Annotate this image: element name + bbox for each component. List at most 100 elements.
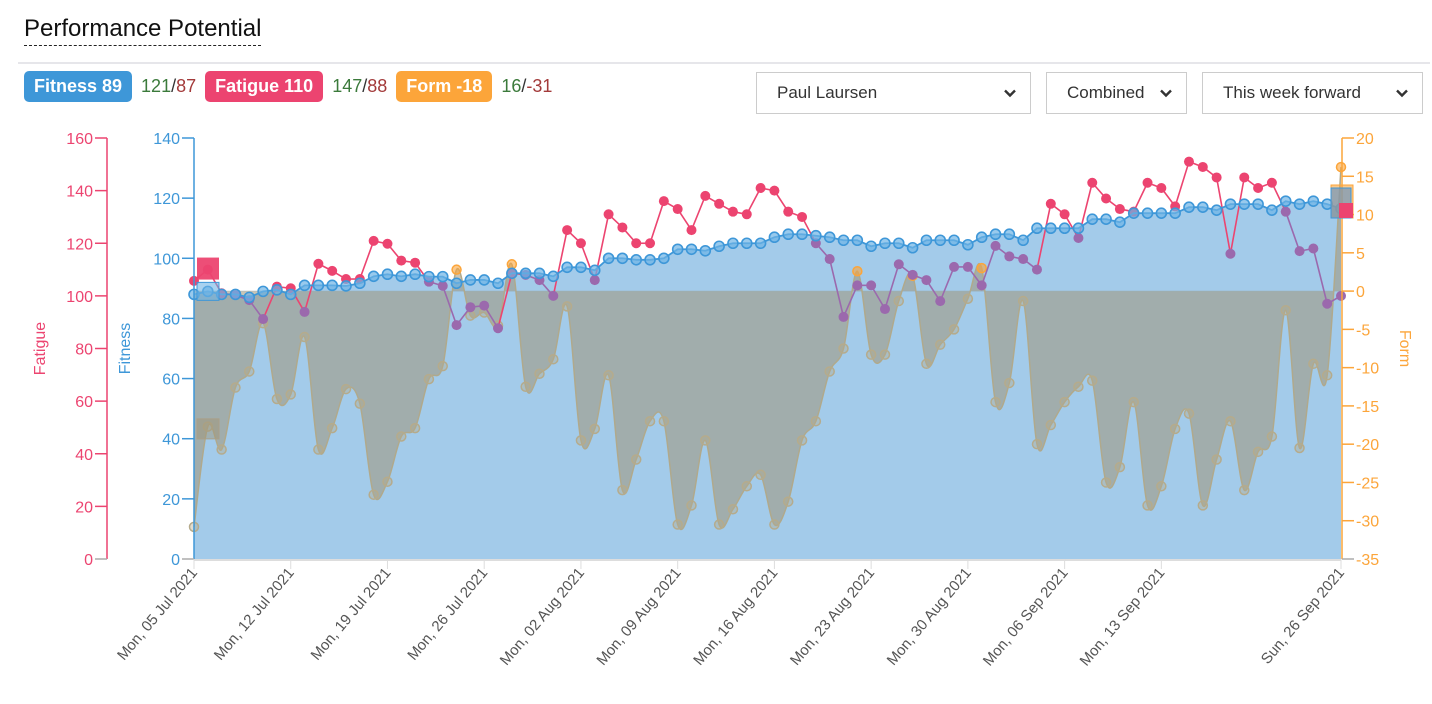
fitness-point [298,279,311,292]
form-point [1197,500,1209,511]
fitness-point [271,284,283,296]
fitness-tick-label: 120 [153,191,180,208]
fitness-point [1127,207,1140,219]
form-point [1225,415,1236,427]
fitness-tick-label: 140 [153,131,180,148]
fatigue-point [548,290,559,301]
form-point [340,383,352,395]
fatigue-point [1183,156,1194,167]
form-tick-label: -15 [1356,399,1379,416]
fitness-point [630,253,643,266]
fatigue-point [1294,246,1305,257]
fitness-point [423,270,435,283]
fitness-point [284,288,297,301]
fitness-point [588,264,601,277]
form-point [1321,370,1333,381]
fatigue-point [866,280,877,291]
form-point [976,262,987,274]
x-tick-label: Mon, 16 Aug 2021 [690,565,781,669]
fitness-point [699,244,712,257]
fitness-tick-label: 20 [162,492,180,509]
fatigue-point [935,296,946,307]
fitness-point [1141,207,1154,219]
fatigue-tick-label: 80 [75,342,93,359]
x-tick-label: Mon, 26 Jul 2021 [404,565,491,664]
fatigue-point [465,302,476,313]
fatigue-point [949,261,960,272]
fitness-point [782,228,795,241]
fitness-point [1169,207,1181,219]
form-point [1169,423,1181,435]
form-tick-label: 20 [1356,131,1374,148]
form-point [548,353,559,365]
fitness-current-marker [196,281,220,301]
form-point [1017,295,1029,307]
fatigue-point [631,238,642,249]
fitness-point [740,237,753,250]
fitness-point [243,291,256,304]
fitness-point [837,234,850,247]
fatigue-point [451,320,462,331]
fitness-point [920,234,933,247]
fitness-point [506,267,518,280]
fatigue-tick-label: 0 [84,552,93,569]
fitness-point [367,270,380,283]
fitness-axis-title: Fitness [117,323,134,375]
form-point [741,481,753,492]
fatigue-line-segment [690,195,707,231]
form-point [921,358,932,370]
form-point [769,519,780,530]
form-point [1239,484,1250,496]
fitness-point [492,277,504,290]
fitness-point [575,261,587,274]
fatigue-point [396,255,407,266]
fatigue-point [382,238,393,249]
performance-chart[interactable]: 020406080100120140160Fatigue020406080100… [0,0,1432,704]
fatigue-point [658,196,669,207]
fitness-tick-label: 100 [153,251,180,268]
form-point [520,381,531,393]
form-point [713,519,725,530]
form-point [589,423,601,435]
x-tick-label: Mon, 05 Jul 2021 [114,565,201,664]
fitness-point [1238,198,1251,210]
fatigue-point [1156,182,1167,193]
fitness-point [823,231,836,244]
form-point [1004,377,1015,389]
form-point [1156,481,1167,492]
fitness-point [754,237,767,250]
form-point [1128,396,1139,408]
x-tick-label: Mon, 30 Aug 2021 [884,565,975,669]
fatigue-point [1336,290,1346,301]
form-point [271,393,283,405]
fitness-point [436,270,449,283]
fatigue-point [714,198,725,209]
fatigue-point [686,225,697,236]
fitness-point [1210,204,1223,216]
form-tick-label: 5 [1356,246,1365,263]
fatigue-point [990,240,1001,251]
fatigue-point [299,306,310,317]
fatigue-point [852,280,863,291]
form-tick-label: 15 [1356,169,1374,186]
form-point [506,259,518,270]
form-current-marker [196,418,220,440]
form-point [865,349,877,360]
fatigue-point [1253,182,1264,193]
fatigue-tick-label: 120 [66,236,93,253]
fatigue-point [1142,177,1153,188]
form-point [1266,431,1278,442]
form-point [1183,408,1195,419]
fatigue-point [976,280,987,291]
fitness-point [1017,234,1029,247]
form-point [423,373,435,385]
fitness-point [810,229,822,242]
form-point [644,415,656,427]
x-tick-label: Sun, 26 Sep 2021 [1258,565,1348,668]
fitness-point [478,274,491,286]
fatigue-point [479,300,490,311]
form-tick-label: -35 [1356,552,1379,569]
form-point [934,339,946,350]
form-point [382,476,393,487]
form-point [534,368,545,380]
